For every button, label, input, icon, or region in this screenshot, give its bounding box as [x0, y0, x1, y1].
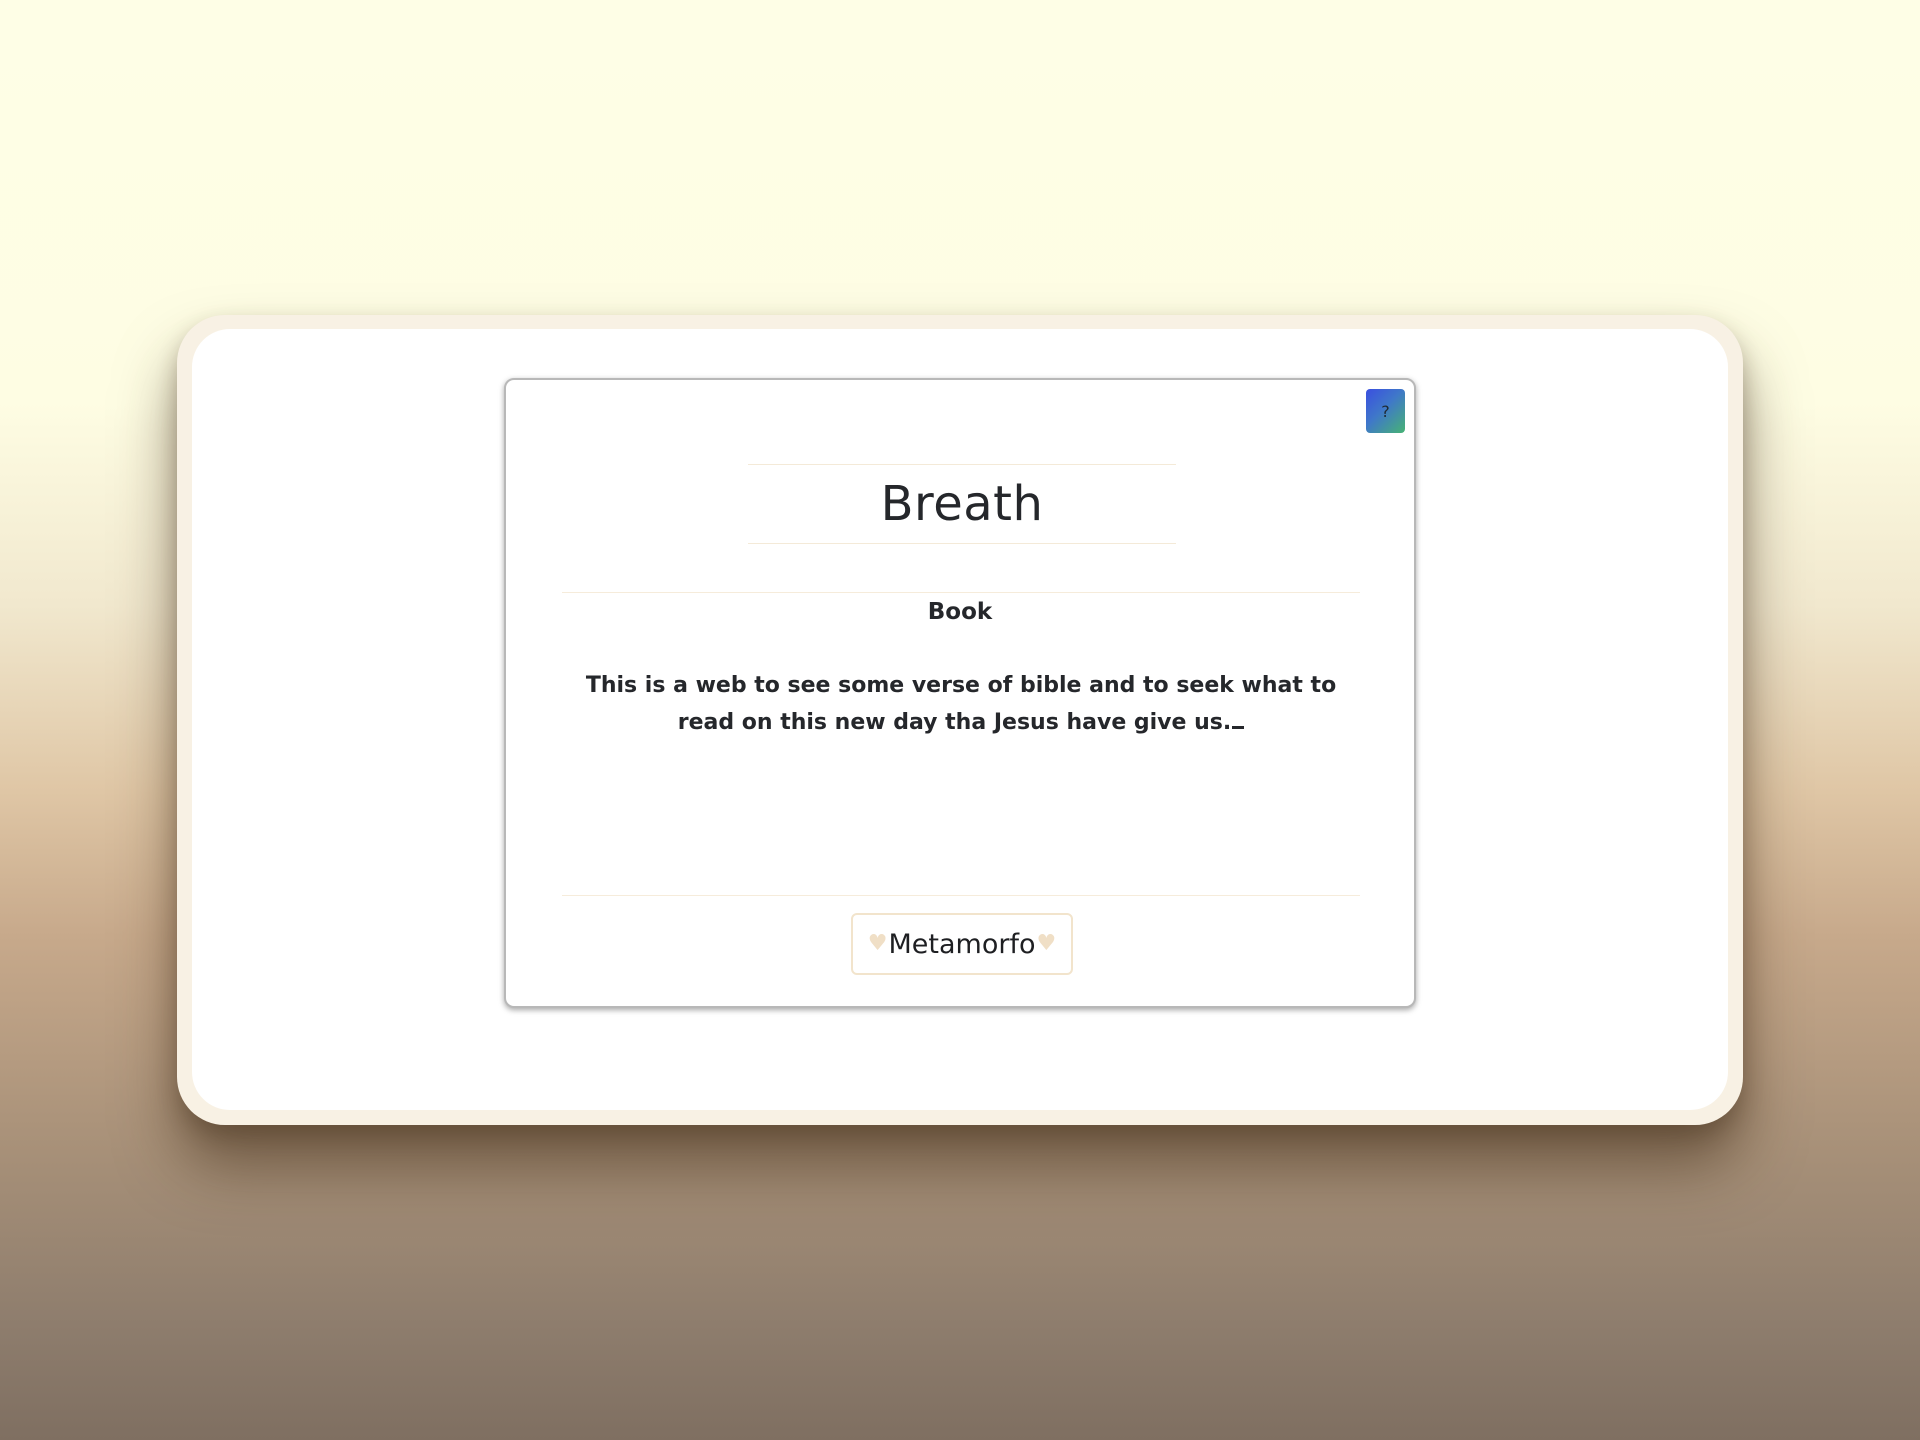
title-block: Breath	[748, 464, 1176, 544]
divider-bottom	[562, 895, 1360, 896]
footer-label: Metamorfo	[888, 928, 1036, 960]
heart-icon: ♥	[1036, 931, 1057, 956]
main-card: ? Breath Book This is a web to see some …	[504, 378, 1416, 1008]
description-text: This is a web to see some verse of bible…	[566, 667, 1356, 741]
text-cursor	[1232, 726, 1245, 729]
section-subtitle: Book	[927, 599, 993, 625]
divider-top	[562, 592, 1360, 593]
help-label: ?	[1381, 401, 1390, 421]
metamorfo-button[interactable]: ♥ Metamorfo ♥	[851, 913, 1073, 975]
description-content: This is a web to see some verse of bible…	[585, 673, 1337, 735]
page-title: Breath	[880, 476, 1044, 532]
help-button[interactable]: ?	[1366, 389, 1405, 433]
heart-icon: ♥	[867, 931, 888, 956]
